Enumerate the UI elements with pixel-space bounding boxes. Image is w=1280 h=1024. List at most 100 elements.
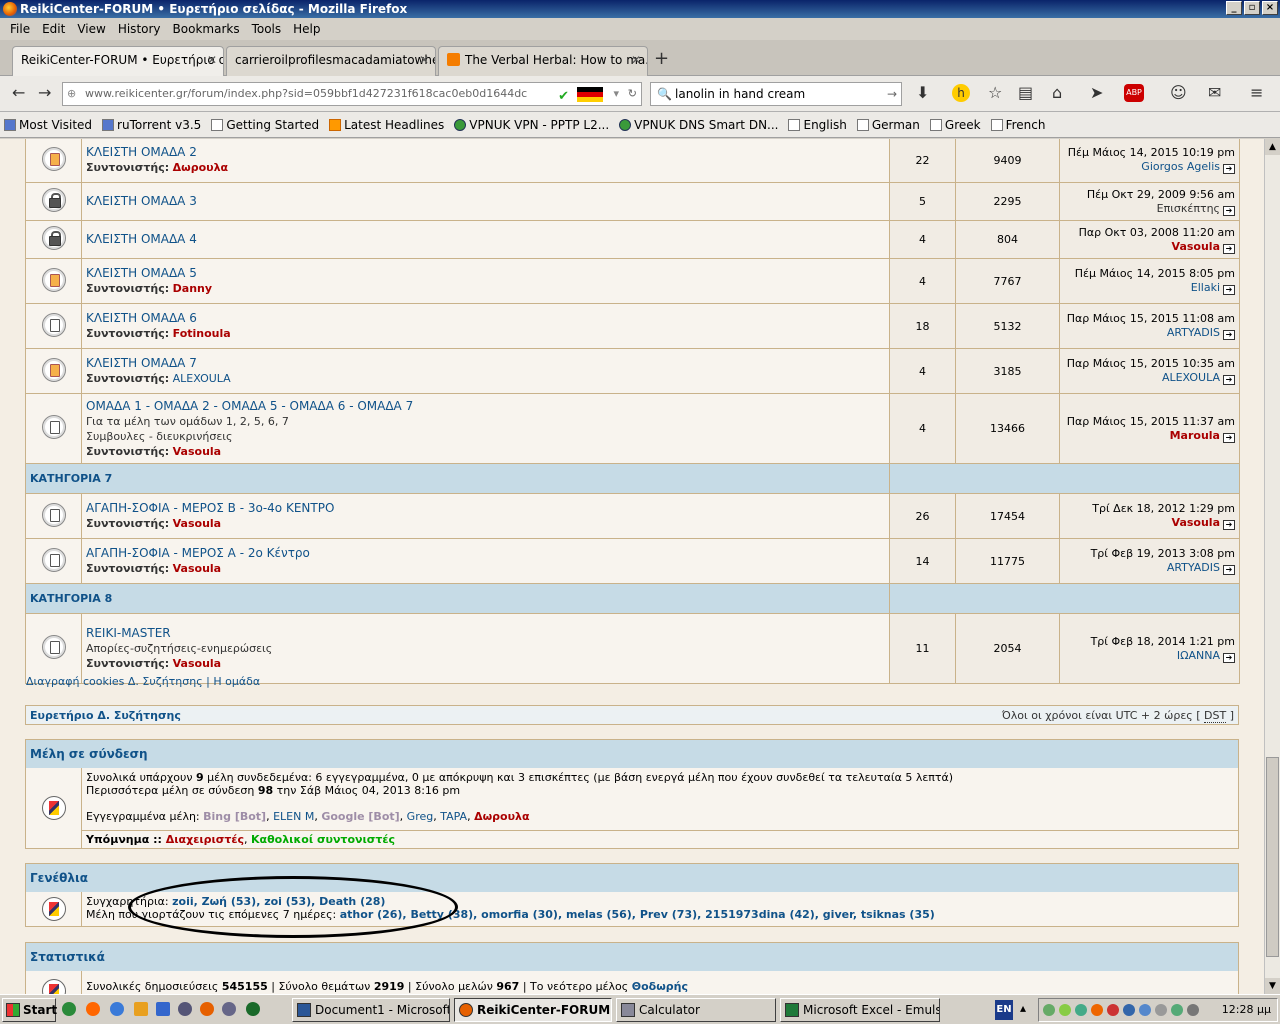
bookmark-vpnuk-dns[interactable]: VPNUK DNS Smart DN...	[619, 118, 778, 132]
menu-bookmarks[interactable]: Bookmarks	[167, 22, 246, 36]
go-to-post-icon[interactable]: ➔	[1223, 652, 1235, 663]
go-to-post-icon[interactable]: ➔	[1223, 375, 1235, 385]
last-post-author[interactable]: ARTYADIS	[1167, 326, 1220, 339]
bookmark-german[interactable]: German	[856, 118, 920, 132]
forum-title-link[interactable]: ΑΓΑΠΗ-ΣΟΦΙΑ - ΜΕΡΟΣ Α - 2ο Κέντρο	[86, 546, 885, 561]
last-post-author[interactable]: ARTYADIS	[1167, 561, 1220, 574]
category-title[interactable]: ΚΑΤΗΓΟΡΙΑ 8	[25, 583, 890, 614]
tab-carrieroil[interactable]: carrieroilprofilesmacadamiatowhea... ✕	[226, 46, 436, 76]
registered-user-link[interactable]: Google [Bot]	[321, 810, 399, 823]
scrollbar-thumb[interactable]	[1266, 757, 1279, 957]
tray-bluetooth-icon[interactable]	[1139, 1004, 1151, 1016]
tray-network-icon[interactable]	[1043, 1004, 1055, 1016]
bookmark-most-visited[interactable]: Most Visited	[4, 118, 92, 132]
menu-history[interactable]: History	[112, 22, 167, 36]
go-to-post-icon[interactable]: ➔	[1223, 432, 1235, 443]
reload-icon[interactable]: ↻	[628, 83, 637, 105]
newest-member-link[interactable]: Θοδωρής	[632, 980, 688, 993]
forward-icon[interactable]: →	[38, 84, 51, 102]
new-tab-button[interactable]: +	[654, 48, 669, 69]
scroll-down-icon[interactable]: ▼	[1265, 978, 1280, 994]
back-icon[interactable]: ←	[12, 84, 25, 102]
bookmark-rutorrent[interactable]: ruTorrent v3.5	[102, 118, 201, 132]
bookmark-french[interactable]: French	[990, 118, 1045, 132]
url-bar[interactable]: ⊕ www.reikicenter.gr/forum/index.php?sid…	[62, 82, 642, 106]
tab-reikicenter[interactable]: ReikiCenter-FORUM • Ευρετήριο σ... ✕	[12, 46, 224, 76]
bookmark-star-icon[interactable]: ☆	[988, 84, 1002, 102]
go-to-post-icon[interactable]: ➔	[1223, 285, 1235, 295]
legend-admins[interactable]: Διαχειριστές	[166, 833, 244, 846]
taskbar-calculator[interactable]: Calculator	[616, 998, 776, 1022]
last-post-author[interactable]: Επισκέπτης	[1157, 202, 1220, 215]
reading-list-icon[interactable]: ▤	[1018, 84, 1033, 102]
taskbar-excel[interactable]: Microsoft Excel - Emulsifi...	[780, 998, 940, 1022]
registered-user-link[interactable]: ELEN M	[273, 810, 314, 823]
bookmark-vpnuk-vpn[interactable]: VPNUK VPN - PPTP L2...	[454, 118, 609, 132]
registered-user-link[interactable]: Δωρουλα	[474, 810, 529, 823]
quicklaunch-ie-icon[interactable]	[110, 1002, 124, 1016]
moderator-link[interactable]: Danny	[173, 282, 212, 295]
bookmark-getting-started[interactable]: Getting Started	[211, 118, 319, 132]
close-window-button[interactable]: ×	[1262, 1, 1278, 15]
search-input[interactable]: 🔍 lanolin in hand cream →	[650, 82, 902, 106]
registered-user-link[interactable]: Bing [Bot]	[203, 810, 266, 823]
go-to-post-icon[interactable]: ➔	[1223, 520, 1235, 530]
today-birthday-list[interactable]: zoii, Ζωή (53), zoi (53), Death (28)	[172, 895, 385, 908]
page-scrollbar[interactable]: ▲ ▼	[1264, 139, 1280, 994]
legend-global-mods[interactable]: Καθολικοί συντονιστές	[251, 833, 395, 846]
home-icon[interactable]: ⌂	[1052, 84, 1062, 102]
forum-title-link[interactable]: REIKI-MASTER	[86, 626, 885, 641]
forum-title-link[interactable]: ΑΓΑΠΗ-ΣΟΦΙΑ - ΜΕΡΟΣ Β - 3ο-4ο ΚΕΝΤΡΟ	[86, 501, 885, 516]
minimize-button[interactable]: _	[1226, 1, 1242, 15]
dropdown-icon[interactable]: ▾	[613, 83, 619, 105]
forum-title-link[interactable]: ΚΛΕΙΣΤΗ ΟΜΑΔΑ 5	[86, 266, 885, 281]
tray-expand-icon[interactable]: ▴	[1020, 1001, 1026, 1015]
last-post-author[interactable]: Vasoula	[1172, 240, 1220, 253]
forum-title-link[interactable]: ΚΛΕΙΣΤΗ ΟΜΑΔΑ 4	[86, 232, 885, 247]
search-go-icon[interactable]: →	[887, 83, 897, 105]
bookmark-greek[interactable]: Greek	[929, 118, 981, 132]
honey-icon[interactable]: h	[952, 84, 970, 102]
last-post-author[interactable]: ALEXOULA	[1162, 371, 1220, 384]
quicklaunch-firefox2-icon[interactable]	[200, 1002, 214, 1016]
start-button[interactable]: Start	[2, 998, 57, 1022]
menu-edit[interactable]: Edit	[36, 22, 71, 36]
moderator-link[interactable]: Δωρουλα	[173, 161, 228, 174]
quicklaunch-desktop-icon[interactable]	[156, 1002, 170, 1016]
last-post-author[interactable]: Giorgos Agelis	[1141, 160, 1220, 173]
forum-title-link[interactable]: ΟΜΑΔΑ 1 - ΟΜΑΔΑ 2 - ΟΜΑΔΑ 5 - ΟΜΑΔΑ 6 - …	[86, 399, 885, 414]
upcoming-birthday-list[interactable]: athor (26), Betty (38), omorfia (30), me…	[340, 908, 935, 921]
adblock-icon[interactable]: ABP	[1124, 84, 1144, 102]
scroll-up-icon[interactable]: ▲	[1265, 139, 1280, 155]
registered-user-link[interactable]: TAPA	[440, 810, 467, 823]
notification-icon[interactable]: ✉	[1208, 84, 1221, 102]
menu-tools[interactable]: Tools	[246, 22, 288, 36]
delete-cookies-link[interactable]: Διαγραφή cookies Δ. Συζήτησης	[26, 675, 203, 688]
quicklaunch-utorrent-icon[interactable]	[62, 1002, 76, 1016]
tray-update-icon[interactable]	[1123, 1004, 1135, 1016]
forum-title-link[interactable]: ΚΛΕΙΣΤΗ ΟΜΑΔΑ 7	[86, 356, 885, 371]
tab-close-icon[interactable]: ✕	[207, 47, 217, 73]
menu-view[interactable]: View	[71, 22, 111, 36]
bookmark-latest-headlines[interactable]: Latest Headlines	[329, 118, 444, 132]
moderator-link[interactable]: ALEXOULA	[173, 372, 231, 385]
menu-help[interactable]: Help	[287, 22, 326, 36]
tray-misc-icon[interactable]	[1187, 1004, 1199, 1016]
quicklaunch-media-icon[interactable]	[178, 1002, 192, 1016]
forum-title-link[interactable]: ΚΛΕΙΣΤΗ ΟΜΑΔΑ 3	[86, 194, 885, 209]
taskbar-word[interactable]: Document1 - Microsoft ...	[292, 998, 450, 1022]
maximize-button[interactable]: ▫	[1244, 1, 1260, 15]
download-icon[interactable]: ⬇	[916, 84, 929, 102]
bookmark-english[interactable]: English	[788, 118, 847, 132]
smiley-icon[interactable]: ☺	[1170, 84, 1187, 102]
go-to-post-icon[interactable]: ➔	[1223, 205, 1235, 216]
tray-nvidia-icon[interactable]	[1059, 1004, 1071, 1016]
moderator-link[interactable]: Vasoula	[173, 445, 221, 458]
tab-close-icon[interactable]: ✕	[631, 47, 641, 73]
go-to-post-icon[interactable]: ➔	[1223, 565, 1235, 575]
last-post-author[interactable]: ΙΩΑΝΝΑ	[1177, 649, 1220, 662]
send-icon[interactable]: ➤	[1090, 84, 1103, 102]
team-link[interactable]: Η ομάδα	[213, 675, 260, 688]
taskbar-firefox[interactable]: ReikiCenter-FORUM •...	[454, 998, 612, 1022]
go-to-post-icon[interactable]: ➔	[1223, 243, 1235, 254]
